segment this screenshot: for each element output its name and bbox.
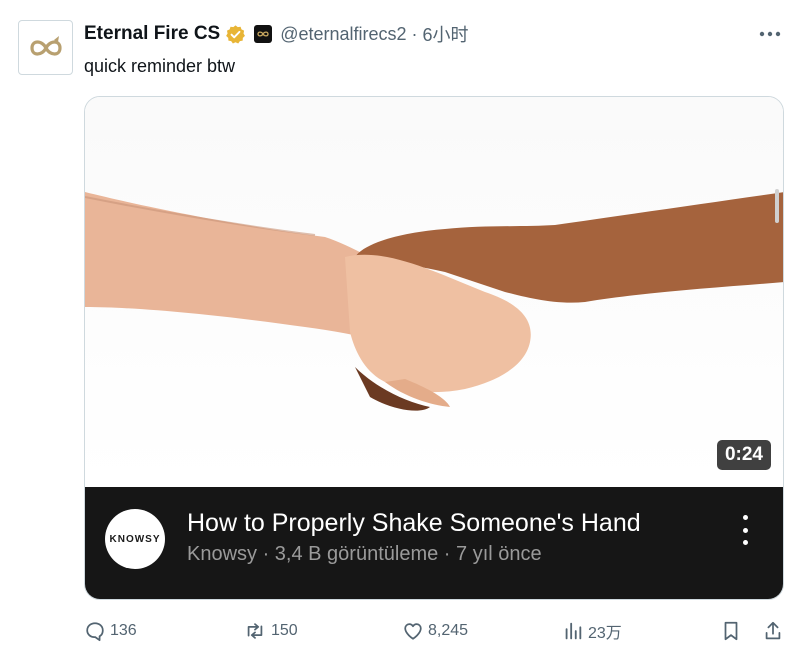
kebab-dot	[742, 515, 748, 520]
repost-count: 150	[271, 622, 298, 639]
timestamp[interactable]: 6小时	[423, 21, 469, 47]
like-count: 8,245	[428, 622, 469, 639]
share-icon	[765, 621, 781, 640]
separator-dot: ·	[411, 23, 418, 44]
verified-badge-icon	[225, 24, 246, 45]
tweet-header: Eternal Fire CS @eternalfirecs2 · 6小时	[84, 22, 469, 46]
tweet-text: quick reminder btw	[84, 56, 236, 76]
display-name[interactable]: Eternal Fire CS	[84, 23, 220, 45]
repost-icon	[247, 623, 263, 639]
reply-button[interactable]: 136	[84, 619, 137, 643]
youtube-embed-card[interactable]: 0:24 KNOWSY How to Properly Shake Someon…	[84, 96, 784, 600]
eternal-fire-logo-icon	[29, 35, 62, 56]
repost-button[interactable]: 150	[243, 619, 298, 643]
like-button[interactable]: 8,245	[402, 619, 468, 643]
video-menu-button[interactable]	[733, 515, 757, 545]
more-icon	[759, 31, 781, 37]
scroll-indicator	[775, 189, 779, 223]
views-button[interactable]: 23万	[562, 619, 622, 643]
affiliate-badge-icon[interactable]	[254, 25, 273, 43]
video-thumbnail[interactable]: 0:24	[85, 97, 783, 487]
handle[interactable]: @eternalfirecs2	[280, 24, 406, 45]
bookmark-icon	[724, 621, 738, 641]
bookmark-button[interactable]	[721, 619, 745, 643]
reply-icon	[86, 622, 104, 642]
handshake-image	[85, 192, 783, 411]
reply-count: 136	[110, 622, 137, 639]
channel-logo[interactable]: KNOWSY	[105, 509, 165, 569]
views-count: 23万	[588, 625, 622, 642]
video-title[interactable]: How to Properly Shake Someone's Hand	[187, 509, 641, 538]
avatar[interactable]	[18, 20, 73, 75]
more-options-button[interactable]	[758, 22, 782, 46]
views-icon	[565, 622, 582, 640]
like-icon	[404, 623, 422, 640]
kebab-dot	[742, 527, 748, 533]
video-meta: Knowsy · 3,4 B görüntüleme · 7 yıl önce	[187, 543, 542, 565]
video-duration-badge: 0:24	[716, 440, 771, 470]
kebab-dot	[742, 540, 748, 545]
video-info-bar: KNOWSY How to Properly Shake Someone's H…	[85, 487, 783, 599]
share-button[interactable]	[763, 619, 787, 643]
